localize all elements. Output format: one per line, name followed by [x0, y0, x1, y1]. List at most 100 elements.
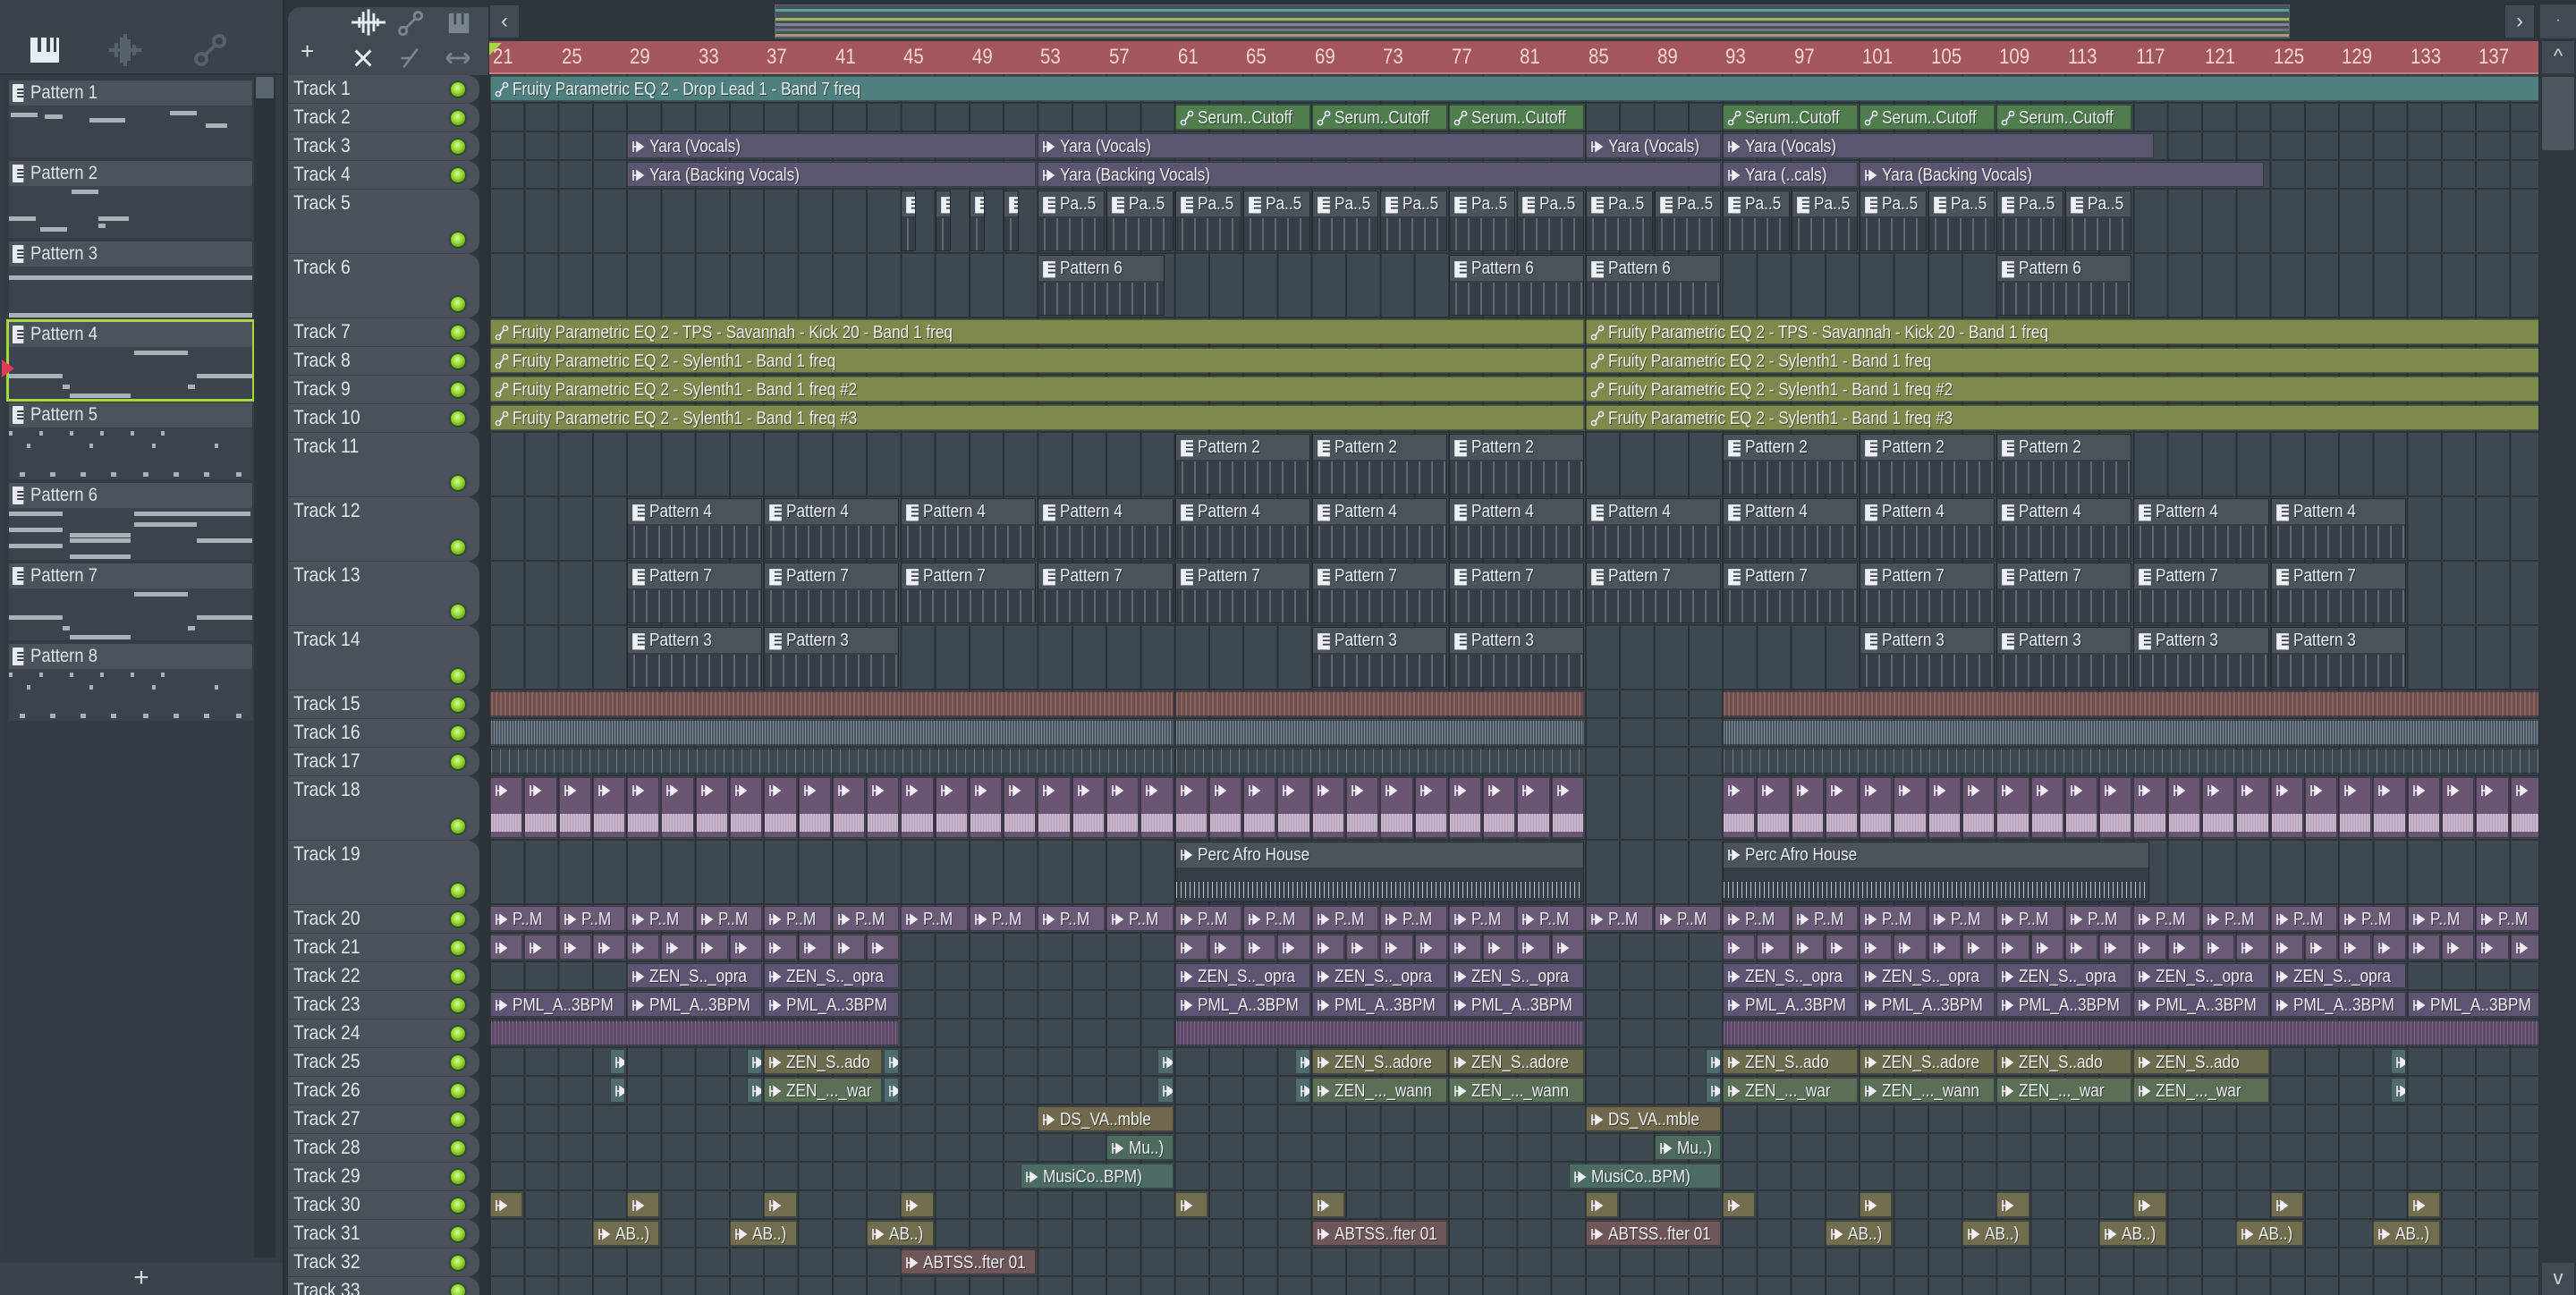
track-mute-led[interactable]	[449, 295, 467, 313]
clip[interactable]	[1894, 777, 1927, 838]
clip[interactable]	[798, 935, 831, 960]
clip[interactable]: Pa..5	[1723, 190, 1790, 251]
clip[interactable]	[2236, 777, 2269, 838]
clip[interactable]	[2476, 777, 2509, 838]
clip[interactable]	[592, 777, 626, 838]
clip[interactable]: P..M	[1723, 906, 1790, 931]
clip[interactable]: AB..)	[867, 1221, 934, 1246]
clip[interactable]: Pattern 4	[2133, 498, 2269, 559]
clip[interactable]: Pattern 7	[1038, 563, 1174, 623]
pattern-item[interactable]: Pattern 7	[9, 563, 252, 640]
clip[interactable]	[1825, 777, 1859, 838]
clip[interactable]	[1757, 935, 1790, 960]
clip[interactable]	[1860, 777, 1893, 838]
track-header[interactable]: Track 21	[288, 934, 479, 962]
clip[interactable]: Pattern 4	[1448, 498, 1584, 559]
clip[interactable]	[2339, 777, 2372, 838]
clip[interactable]	[1585, 1192, 1619, 1217]
clip[interactable]: P..M	[764, 906, 831, 931]
clip[interactable]: Pattern 7	[1585, 563, 1722, 623]
clip[interactable]	[558, 935, 591, 960]
clip[interactable]: Perc Afro House	[1723, 842, 2149, 902]
clip[interactable]: Pattern 7	[1723, 563, 1859, 623]
clip[interactable]: Yara (Vocals)	[627, 133, 1037, 158]
track-mute-led[interactable]	[449, 109, 467, 127]
clip[interactable]	[969, 777, 1003, 838]
clip[interactable]	[729, 777, 763, 838]
track-mute-led[interactable]	[449, 538, 467, 556]
clip[interactable]	[1723, 691, 2538, 716]
clip[interactable]	[1174, 1020, 1584, 1045]
clip[interactable]: Pa..5	[1311, 190, 1379, 251]
clip[interactable]: Pattern 4	[1174, 498, 1310, 559]
clip[interactable]	[832, 935, 866, 960]
clip[interactable]: P..M	[627, 906, 694, 931]
track-mute-led[interactable]	[449, 667, 467, 685]
track-header[interactable]: Track 2	[288, 104, 479, 132]
scroll-left-button[interactable]: ‹	[489, 4, 520, 38]
track-header[interactable]: Track 7	[288, 318, 479, 347]
clip[interactable]: ZEN_S.._opra	[1174, 963, 1310, 988]
clip[interactable]: ZEN_S.._opra	[1723, 963, 1859, 988]
clip[interactable]: Fruity Parametric EQ 2 - Sylenth1 - Band…	[490, 348, 1584, 373]
track-mute-led[interactable]	[449, 1054, 467, 1071]
clip[interactable]	[1004, 777, 1037, 838]
track-header[interactable]: Track 32	[288, 1248, 479, 1277]
track-header[interactable]: Track 19	[288, 841, 479, 905]
clip[interactable]	[832, 777, 866, 838]
automation-icon[interactable]	[397, 11, 424, 36]
clip[interactable]: Fruity Parametric EQ 2 - TPS - Savannah …	[1585, 319, 2538, 344]
clip[interactable]	[1243, 935, 1276, 960]
track-header[interactable]: Track 4	[288, 161, 479, 190]
track-mute-led[interactable]	[449, 817, 467, 835]
track-mute-led[interactable]	[449, 939, 467, 957]
clip[interactable]	[1551, 777, 1584, 838]
clip[interactable]: Serum..Cutoff	[1448, 105, 1584, 130]
track-mute-led[interactable]	[449, 474, 467, 492]
clip[interactable]: Pattern 2	[1996, 434, 2132, 495]
clip[interactable]	[1928, 777, 1962, 838]
pattern-item[interactable]: Pattern 5	[9, 402, 252, 479]
track-mute-led[interactable]	[449, 753, 467, 771]
clip[interactable]	[884, 1078, 900, 1103]
clip[interactable]: P..M	[2202, 906, 2269, 931]
clip[interactable]: Pattern 7	[2270, 563, 2406, 623]
clip[interactable]: P..M	[901, 906, 968, 931]
clip[interactable]: P..M	[558, 906, 626, 931]
track-mute-led[interactable]	[449, 696, 467, 714]
clip[interactable]: ZEN_..._war	[1996, 1078, 2132, 1103]
add-pattern-button[interactable]: +	[0, 1263, 283, 1295]
clip[interactable]: Pa..5	[1038, 190, 1106, 251]
clip[interactable]: Pa..5	[1585, 190, 1653, 251]
clip[interactable]: P..M	[2270, 906, 2338, 931]
track-header[interactable]: Track 30	[288, 1191, 479, 1220]
add-track-button[interactable]: +	[301, 38, 314, 65]
clip[interactable]: P..M	[2339, 906, 2406, 931]
clip[interactable]: P..M	[1174, 906, 1242, 931]
clip[interactable]	[2099, 777, 2132, 838]
clip[interactable]	[2064, 777, 2098, 838]
clip[interactable]	[1791, 777, 1824, 838]
clip[interactable]	[627, 1192, 660, 1217]
clip[interactable]: Pa..5	[2064, 190, 2132, 251]
pattern-item[interactable]: Pattern 8	[9, 644, 252, 721]
clip[interactable]: ABTSS..fter 01	[1585, 1221, 1722, 1246]
clip[interactable]	[1243, 777, 1276, 838]
clip[interactable]	[695, 777, 728, 838]
clip[interactable]: Pattern 7	[901, 563, 1037, 623]
clip[interactable]: P..M	[2064, 906, 2132, 931]
clip[interactable]: Pattern 3	[2133, 627, 2269, 688]
clip[interactable]	[1723, 1192, 1756, 1217]
clip[interactable]: AB..)	[2236, 1221, 2303, 1246]
clip[interactable]: Pattern 3	[764, 627, 900, 688]
clip[interactable]	[609, 1049, 626, 1074]
clip[interactable]: ZEN_..._war	[2133, 1078, 2269, 1103]
track-mute-led[interactable]	[449, 138, 467, 156]
clip[interactable]: Pattern 2	[1448, 434, 1584, 495]
clip[interactable]: ZEN_S.._opra	[1860, 963, 1996, 988]
clip[interactable]: AB..)	[729, 1221, 797, 1246]
track-header[interactable]: Track 20	[288, 905, 479, 934]
track-header[interactable]: Track 18	[288, 776, 479, 841]
clip[interactable]	[1860, 1192, 1893, 1217]
track-mute-led[interactable]	[449, 166, 467, 184]
